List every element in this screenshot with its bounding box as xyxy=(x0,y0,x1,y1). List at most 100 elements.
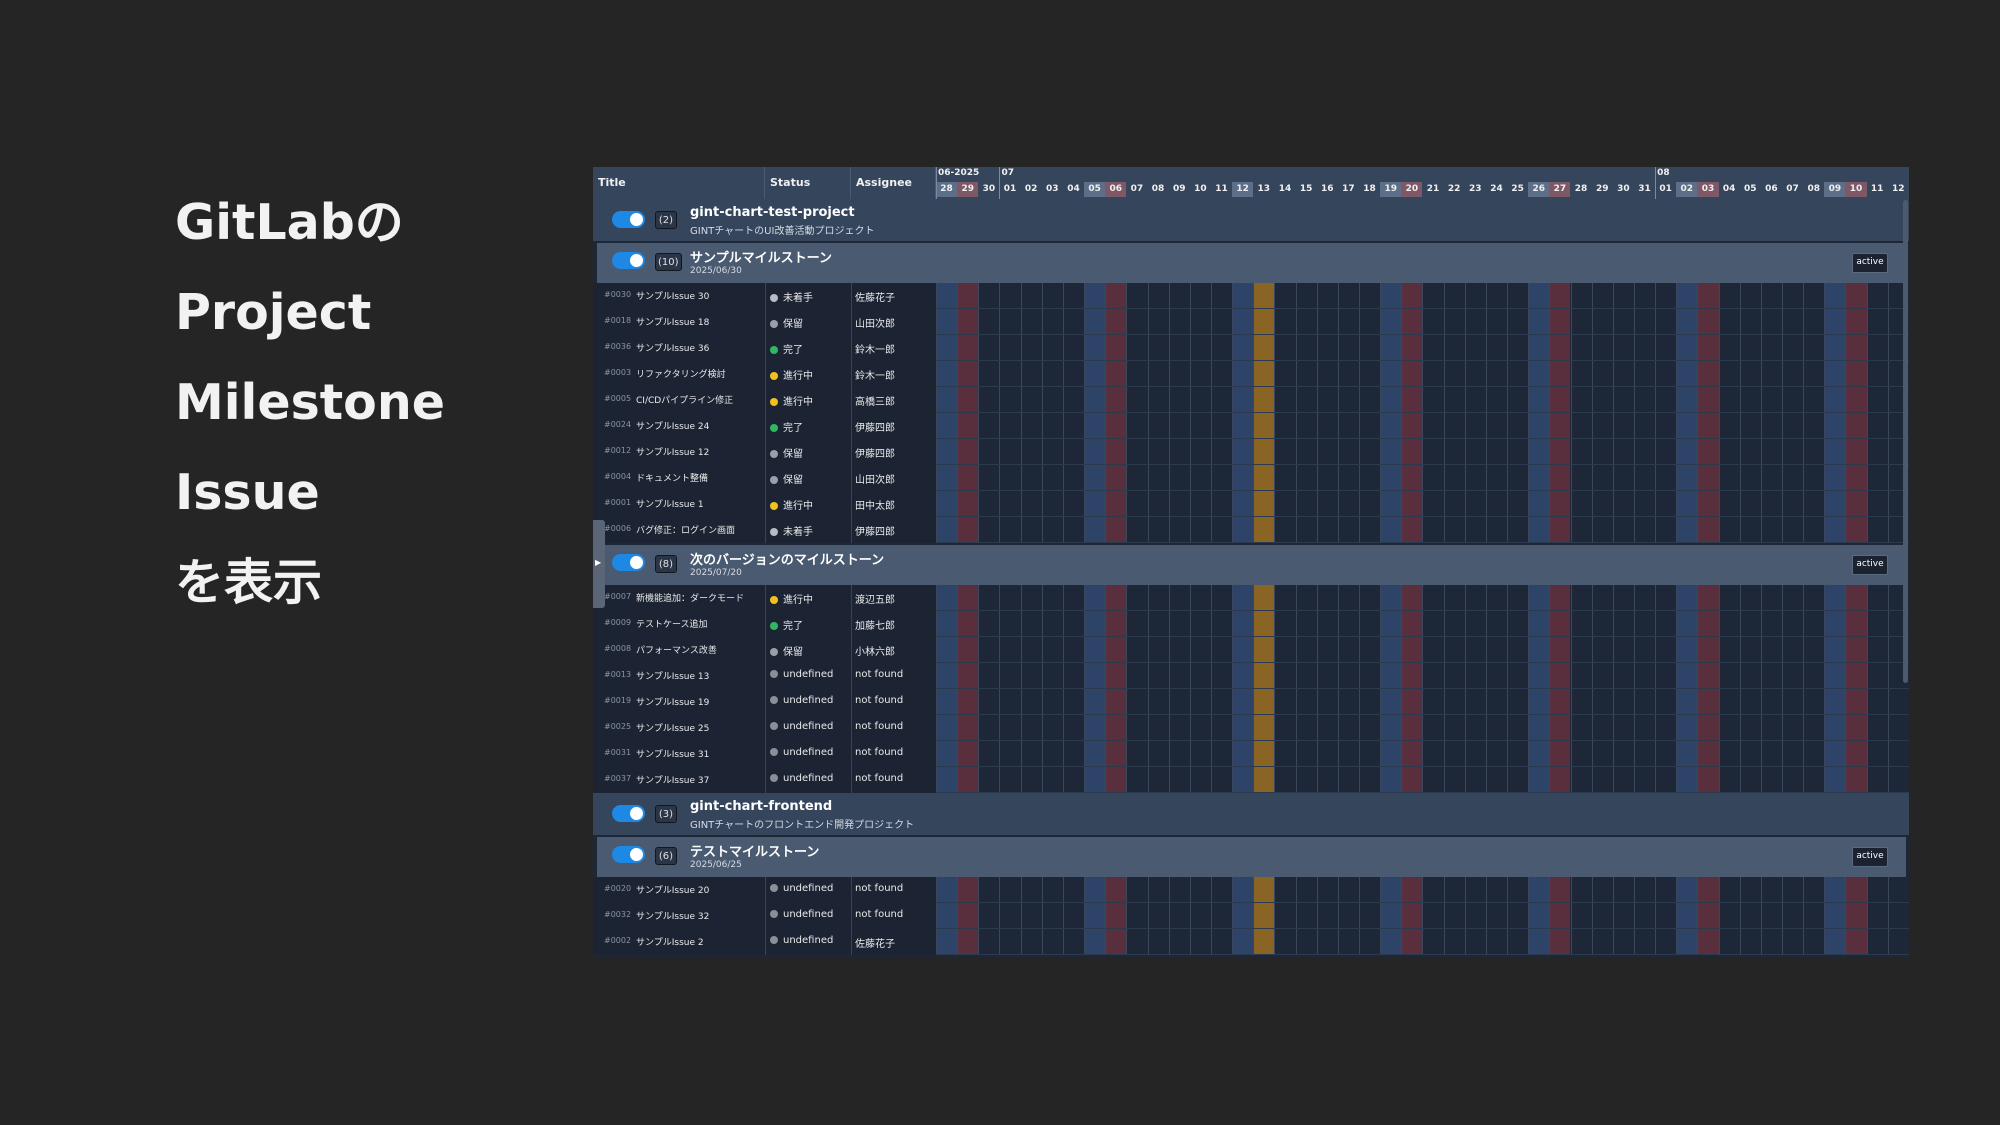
timeline-day-cell xyxy=(1422,413,1443,438)
issue-status-label: 保留 xyxy=(783,449,803,460)
issue-row[interactable]: #0037 サンプルIssue 37 undefined not found xyxy=(593,767,1909,793)
timeline-day-cell xyxy=(957,465,979,490)
timeline-day-cell xyxy=(1274,283,1295,308)
column-header-status[interactable]: Status xyxy=(765,167,851,199)
issue-row[interactable]: #0025 サンプルIssue 25 undefined not found xyxy=(593,715,1909,741)
timeline-day-cell xyxy=(1866,309,1888,334)
project-row[interactable]: (2) gint-chart-test-project GINTチャートのUI改善活… xyxy=(593,199,1909,241)
issue-row[interactable]: #0031 サンプルIssue 31 undefined not found xyxy=(593,741,1909,767)
issue-status: undefined xyxy=(770,695,833,706)
issue-title[interactable]: サンプルIssue 1 xyxy=(636,497,704,510)
issue-title[interactable]: CI/CDパイプライン修正 xyxy=(636,393,733,406)
issue-title[interactable]: サンプルIssue 25 xyxy=(636,721,709,734)
issue-row[interactable]: #0024 サンプルIssue 24 完了 伊藤四郎 xyxy=(593,413,1909,439)
milestone-row[interactable]: (8) 次のバージョンのマイルストーン 2025/07/20 active xyxy=(597,545,1906,585)
issue-info: #0019 サンプルIssue 19 undefined not found xyxy=(593,689,936,715)
timeline-day-cell xyxy=(1697,663,1719,688)
issue-title[interactable]: リファクタリング検討 xyxy=(636,367,726,380)
column-header-assignee[interactable]: Assignee xyxy=(851,167,936,199)
issue-row[interactable]: #0030 サンプルIssue 30 未着手 佐藤花子 xyxy=(593,283,1909,309)
timeline-day-cell xyxy=(1443,611,1465,636)
issue-row[interactable]: #0032 サンプルIssue 32 undefined not found xyxy=(593,903,1909,929)
issue-title[interactable]: バグ修正：ログイン画面 xyxy=(636,523,735,536)
issue-row[interactable]: #0020 サンプルIssue 20 undefined not found xyxy=(593,877,1909,903)
timeline-day-cell xyxy=(1253,387,1275,412)
issue-title[interactable]: サンプルIssue 31 xyxy=(636,747,709,760)
issue-title[interactable]: サンプルIssue 32 xyxy=(636,909,709,922)
issue-row[interactable]: #0006 バグ修正：ログイン画面 未着手 伊藤四郎 xyxy=(593,517,1909,543)
issue-row[interactable]: #0036 サンプルIssue 36 完了 鈴木一郎 xyxy=(593,335,1909,361)
timeline-day-cell xyxy=(1570,741,1592,766)
timeline-day-cell xyxy=(1739,439,1761,464)
visibility-toggle[interactable] xyxy=(612,846,645,863)
visibility-toggle[interactable] xyxy=(612,554,645,571)
issue-title[interactable]: ドキュメント整備 xyxy=(636,471,708,484)
issue-title[interactable]: サンプルIssue 36 xyxy=(636,341,709,354)
issue-row[interactable]: #0003 リファクタリング検討 進行中 鈴木一郎 xyxy=(593,361,1909,387)
visibility-toggle[interactable] xyxy=(612,805,645,822)
timeline-day-cell xyxy=(1210,465,1232,490)
timeline-day-cell xyxy=(1401,611,1423,636)
issue-row[interactable]: #0005 CI/CDパイプライン修正 進行中 高橋三郎 xyxy=(593,387,1909,413)
timeline-day-cell xyxy=(999,413,1020,438)
issue-title[interactable]: サンプルIssue 37 xyxy=(636,773,709,786)
timeline-day-cell xyxy=(1337,465,1359,490)
issue-row[interactable]: #0009 テストケース追加 完了 加藤七郎 xyxy=(593,611,1909,637)
issue-row[interactable]: #0001 サンプルIssue 1 進行中 田中太郎 xyxy=(593,491,1909,517)
issue-row[interactable]: #0002 サンプルIssue 2 undefined 佐藤花子 xyxy=(593,929,1909,955)
status-dot-icon xyxy=(770,774,778,782)
issue-row[interactable]: #0018 サンプルIssue 18 保留 山田次郎 xyxy=(593,309,1909,335)
issue-title[interactable]: 新機能追加：ダークモード xyxy=(636,591,744,604)
milestone-row[interactable]: (10) サンプルマイルストーン 2025/06/30 active xyxy=(597,243,1906,283)
timeline-day-cell xyxy=(1062,929,1084,954)
timeline-day-cell xyxy=(999,585,1020,610)
timeline-day-cell xyxy=(1189,689,1211,714)
issue-row[interactable]: #0013 サンプルIssue 13 undefined not found xyxy=(593,663,1909,689)
issue-title[interactable]: テストケース追加 xyxy=(636,617,708,630)
project-row[interactable]: (3) gint-chart-frontend GINTチャートのフロントエンド開発… xyxy=(593,793,1909,835)
issue-title[interactable]: サンプルIssue 13 xyxy=(636,669,709,682)
timeline-day-cell xyxy=(1887,877,1909,902)
issue-title[interactable]: サンプルIssue 19 xyxy=(636,695,709,708)
column-header-title[interactable]: Title xyxy=(593,167,765,199)
side-panel-handle[interactable]: ▶ xyxy=(593,520,605,608)
timeline-day-cell xyxy=(1295,309,1317,334)
issue-title[interactable]: パフォーマンス改善 xyxy=(636,643,717,656)
issue-title[interactable]: サンプルIssue 12 xyxy=(636,445,709,458)
timeline-day-cell xyxy=(1760,585,1782,610)
timeline-day-cell xyxy=(1570,663,1592,688)
issue-title[interactable]: サンプルIssue 24 xyxy=(636,419,709,432)
timeline-day-cell xyxy=(957,585,979,610)
issue-row[interactable]: #0019 サンプルIssue 19 undefined not found xyxy=(593,689,1909,715)
issue-number: #0009 xyxy=(604,618,632,627)
timeline-day-cell xyxy=(1845,715,1867,740)
timeline-day-cell xyxy=(1274,689,1295,714)
issue-title[interactable]: サンプルIssue 18 xyxy=(636,315,709,328)
milestone-row[interactable]: (6) テストマイルストーン 2025/06/25 active xyxy=(597,837,1906,877)
milestone-title[interactable]: テストマイルストーン xyxy=(690,841,819,860)
visibility-toggle[interactable] xyxy=(612,252,645,269)
timeline-day-cell xyxy=(1274,517,1295,542)
vertical-scrollbar[interactable] xyxy=(1903,200,1908,683)
milestone-title[interactable]: 次のバージョンのマイルストーン xyxy=(690,549,884,568)
project-title[interactable]: gint-chart-frontend xyxy=(690,799,832,814)
timeline-day-cell xyxy=(1887,929,1909,954)
issue-status-label: undefined xyxy=(783,883,834,894)
visibility-toggle[interactable] xyxy=(612,211,645,228)
issue-row[interactable]: #0007 新機能追加：ダークモード 進行中 渡辺五郎 xyxy=(593,585,1909,611)
project-title[interactable]: gint-chart-test-project xyxy=(690,205,855,220)
milestone-title[interactable]: サンプルマイルストーン xyxy=(690,247,832,266)
timeline-day-cell xyxy=(936,585,958,610)
issue-row[interactable]: #0008 パフォーマンス改善 保留 小林六郎 xyxy=(593,637,1909,663)
timeline-day-cell xyxy=(1676,877,1698,902)
issue-title[interactable]: サンプルIssue 30 xyxy=(636,289,709,302)
timeline-day-cell xyxy=(1612,929,1634,954)
issue-row[interactable]: #0012 サンプルIssue 12 保留 伊藤四郎 xyxy=(593,439,1909,465)
timeline-day-cell xyxy=(1845,439,1867,464)
timeline-day-cell xyxy=(1126,309,1147,334)
timeline-day-cell xyxy=(1147,877,1169,902)
issue-title[interactable]: サンプルIssue 2 xyxy=(636,935,704,948)
timeline-day-cell xyxy=(1718,465,1740,490)
issue-title[interactable]: サンプルIssue 20 xyxy=(636,883,709,896)
issue-row[interactable]: #0004 ドキュメント整備 保留 山田次郎 xyxy=(593,465,1909,491)
